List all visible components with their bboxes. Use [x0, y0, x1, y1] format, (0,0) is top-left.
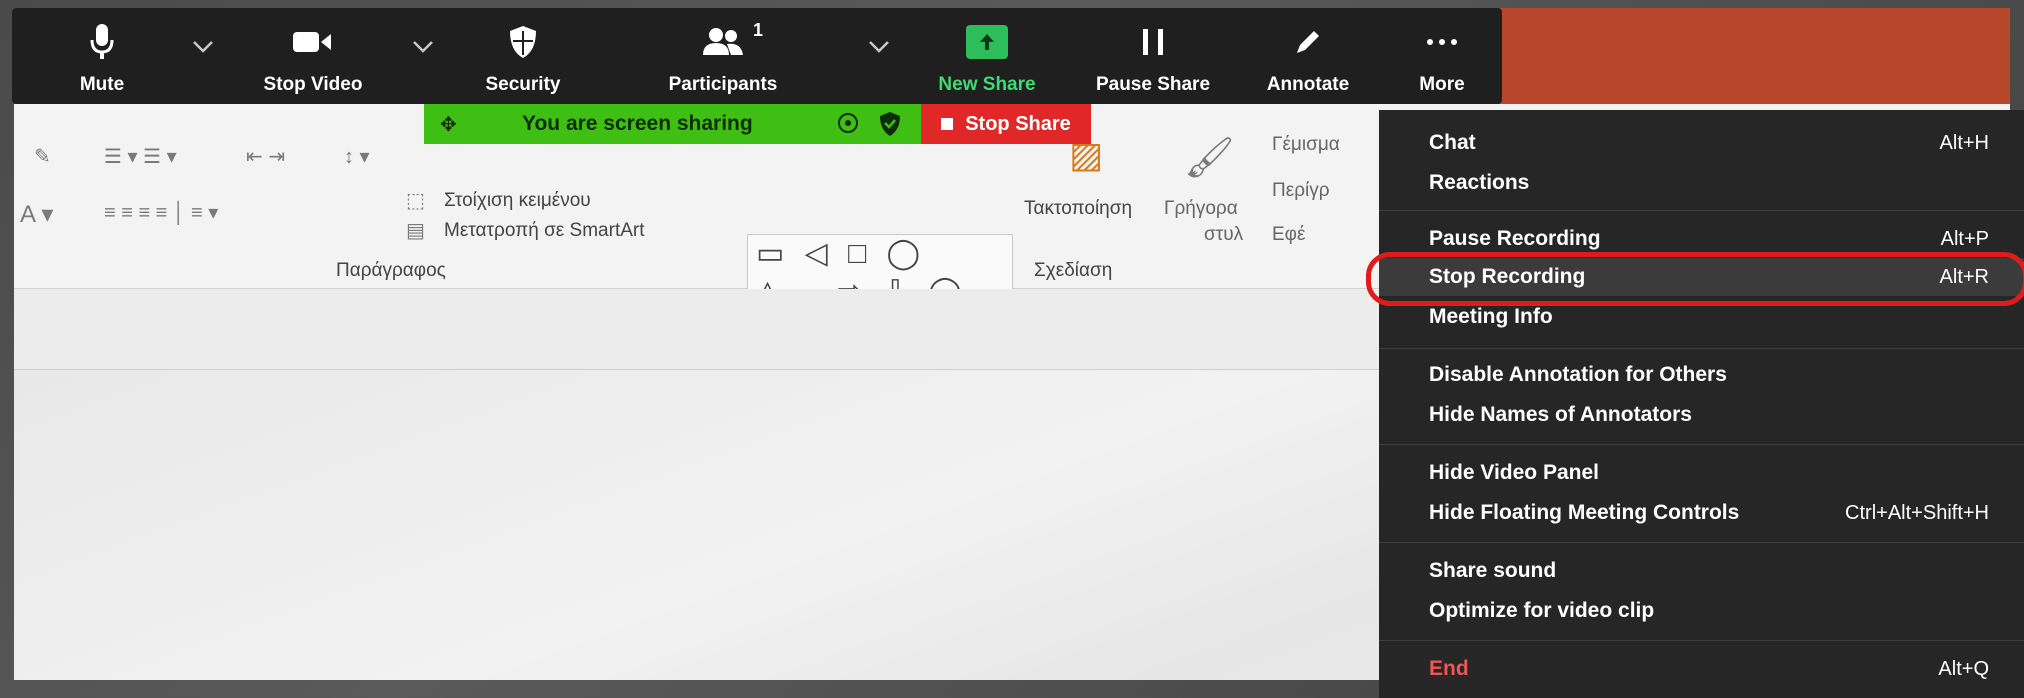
quick-styles-label-1[interactable]: Γρήγορα — [1164, 198, 1238, 220]
quick-styles-icon: 🖌 — [1184, 136, 1235, 180]
chevron-down-icon[interactable] — [192, 40, 214, 59]
screen-sharing-banner[interactable]: ✥ You are screen sharing — [424, 104, 921, 144]
menu-divider — [1379, 444, 2024, 445]
menu-item-chat[interactable]: Chat Alt+H — [1429, 126, 1989, 160]
menu-item-shortcut: Alt+Q — [1938, 657, 1989, 680]
stop-video-label: Stop Video — [263, 74, 363, 95]
annotate-button[interactable]: Annotate — [1248, 8, 1368, 104]
arrange-button[interactable]: Τακτοποίηση — [1024, 198, 1132, 220]
align-icons[interactable]: ≡ ≡ ≡ ≡ │ ≡ ▾ — [104, 200, 218, 225]
bullets-icon[interactable]: ☰ ▾ ☰ ▾ — [104, 144, 177, 169]
menu-item-label: Optimize for video clip — [1429, 599, 1655, 622]
meeting-toolbar: Mute Stop Video Security Participants 1 … — [12, 8, 1502, 104]
shape-outline-button[interactable]: Περίγρ — [1272, 180, 1330, 202]
text-align-icon: ⬚ — [406, 190, 425, 212]
share-arrow-icon — [966, 25, 1008, 59]
menu-item-optimize-video[interactable]: Optimize for video clip — [1429, 594, 1989, 628]
more-button[interactable]: More — [1402, 8, 1482, 104]
menu-item-pause-recording[interactable]: Pause Recording Alt+P — [1429, 222, 1989, 256]
menu-item-hide-annotator-names[interactable]: Hide Names of Annotators — [1429, 398, 1989, 432]
ellipsis-icon — [1426, 24, 1458, 60]
status-circle-icon — [836, 111, 860, 140]
screen-sharing-text: You are screen sharing — [522, 112, 753, 135]
menu-item-label: Pause Recording — [1429, 227, 1601, 250]
new-share-icon-wrap — [966, 24, 1008, 60]
menu-item-label: Chat — [1429, 131, 1476, 154]
chevron-down-icon[interactable] — [868, 40, 890, 59]
quick-styles-label-2[interactable]: στυλ — [1204, 224, 1243, 246]
participants-count-badge: 1 — [753, 20, 764, 40]
menu-item-label: Hide Floating Meeting Controls — [1429, 501, 1740, 524]
chevron-down-icon[interactable] — [412, 40, 434, 59]
menu-item-label: Reactions — [1429, 171, 1530, 194]
menu-divider — [1379, 542, 2024, 543]
new-share-button[interactable]: New Share — [922, 8, 1052, 104]
menu-item-label: End — [1429, 657, 1469, 680]
microphone-icon — [90, 24, 114, 60]
highlight-annotation-ring — [1366, 252, 2024, 306]
new-share-label: New Share — [938, 74, 1036, 95]
shield-icon — [508, 24, 538, 60]
menu-item-shortcut: Alt+H — [1939, 131, 1989, 154]
mute-button[interactable]: Mute — [52, 8, 152, 104]
security-button[interactable]: Security — [468, 8, 578, 104]
menu-divider — [1379, 210, 2024, 211]
pause-share-button[interactable]: Pause Share — [1078, 8, 1228, 104]
video-camera-icon — [293, 24, 333, 60]
indent-icon[interactable]: ⇤ ⇥ — [246, 144, 285, 169]
menu-item-hide-floating-controls[interactable]: Hide Floating Meeting Controls Ctrl+Alt+… — [1429, 496, 1989, 530]
pause-icon — [1141, 24, 1165, 60]
line-spacing-icon[interactable]: ↕ ▾ — [344, 144, 370, 169]
smartart-icon: ▤ — [406, 220, 425, 242]
menu-item-hide-video-panel[interactable]: Hide Video Panel — [1429, 456, 1989, 490]
annotate-label: Annotate — [1266, 74, 1350, 95]
drag-handle-icon[interactable]: ✥ — [440, 112, 457, 137]
menu-item-label: Hide Names of Annotators — [1429, 403, 1692, 426]
menu-divider — [1379, 348, 2024, 349]
stop-square-icon — [941, 118, 954, 130]
shape-effects-button[interactable]: Εφέ — [1272, 224, 1305, 246]
participants-icon — [701, 24, 745, 60]
menu-item-label: Disable Annotation for Others — [1429, 363, 1727, 386]
stop-share-button[interactable]: Stop Share — [921, 104, 1091, 144]
text-align-button[interactable]: Στοίχιση κειμένου — [444, 190, 591, 212]
menu-item-label: Meeting Info — [1429, 305, 1553, 328]
menu-item-label: Share sound — [1429, 559, 1557, 582]
stop-share-label: Stop Share — [965, 112, 1071, 135]
drawing-group-label: Σχεδίαση — [1034, 260, 1113, 281]
menu-item-shortcut: Ctrl+Alt+Shift+H — [1845, 501, 1989, 524]
pause-share-label: Pause Share — [1095, 74, 1211, 95]
smartart-button[interactable]: Μετατροπή σε SmartArt — [444, 220, 645, 242]
menu-item-end[interactable]: End Alt+Q — [1429, 652, 1989, 686]
menu-item-shortcut: Alt+P — [1940, 227, 1989, 250]
mute-label: Mute — [79, 74, 125, 95]
menu-item-label: Hide Video Panel — [1429, 461, 1599, 484]
menu-item-share-sound[interactable]: Share sound — [1429, 554, 1989, 588]
more-menu: Chat Alt+H Reactions Pause Recording Alt… — [1379, 110, 2024, 698]
shield-check-icon — [879, 111, 901, 142]
participants-button[interactable]: Participants — [648, 8, 798, 104]
shape-fill-button[interactable]: Γέμισμα — [1272, 134, 1340, 156]
format-icon[interactable]: ✎ — [34, 144, 51, 169]
menu-divider — [1379, 640, 2024, 641]
menu-item-reactions[interactable]: Reactions — [1429, 166, 1989, 200]
participants-label: Participants — [668, 74, 778, 95]
menu-item-disable-annotation[interactable]: Disable Annotation for Others — [1429, 358, 1989, 392]
pencil-icon — [1293, 24, 1323, 60]
font-color-icon[interactable]: A ▾ — [20, 200, 53, 229]
paragraph-group-label: Παράγραφος — [336, 260, 446, 281]
stop-video-button[interactable]: Stop Video — [248, 8, 378, 104]
more-label: More — [1419, 74, 1465, 95]
security-label: Security — [485, 74, 561, 95]
